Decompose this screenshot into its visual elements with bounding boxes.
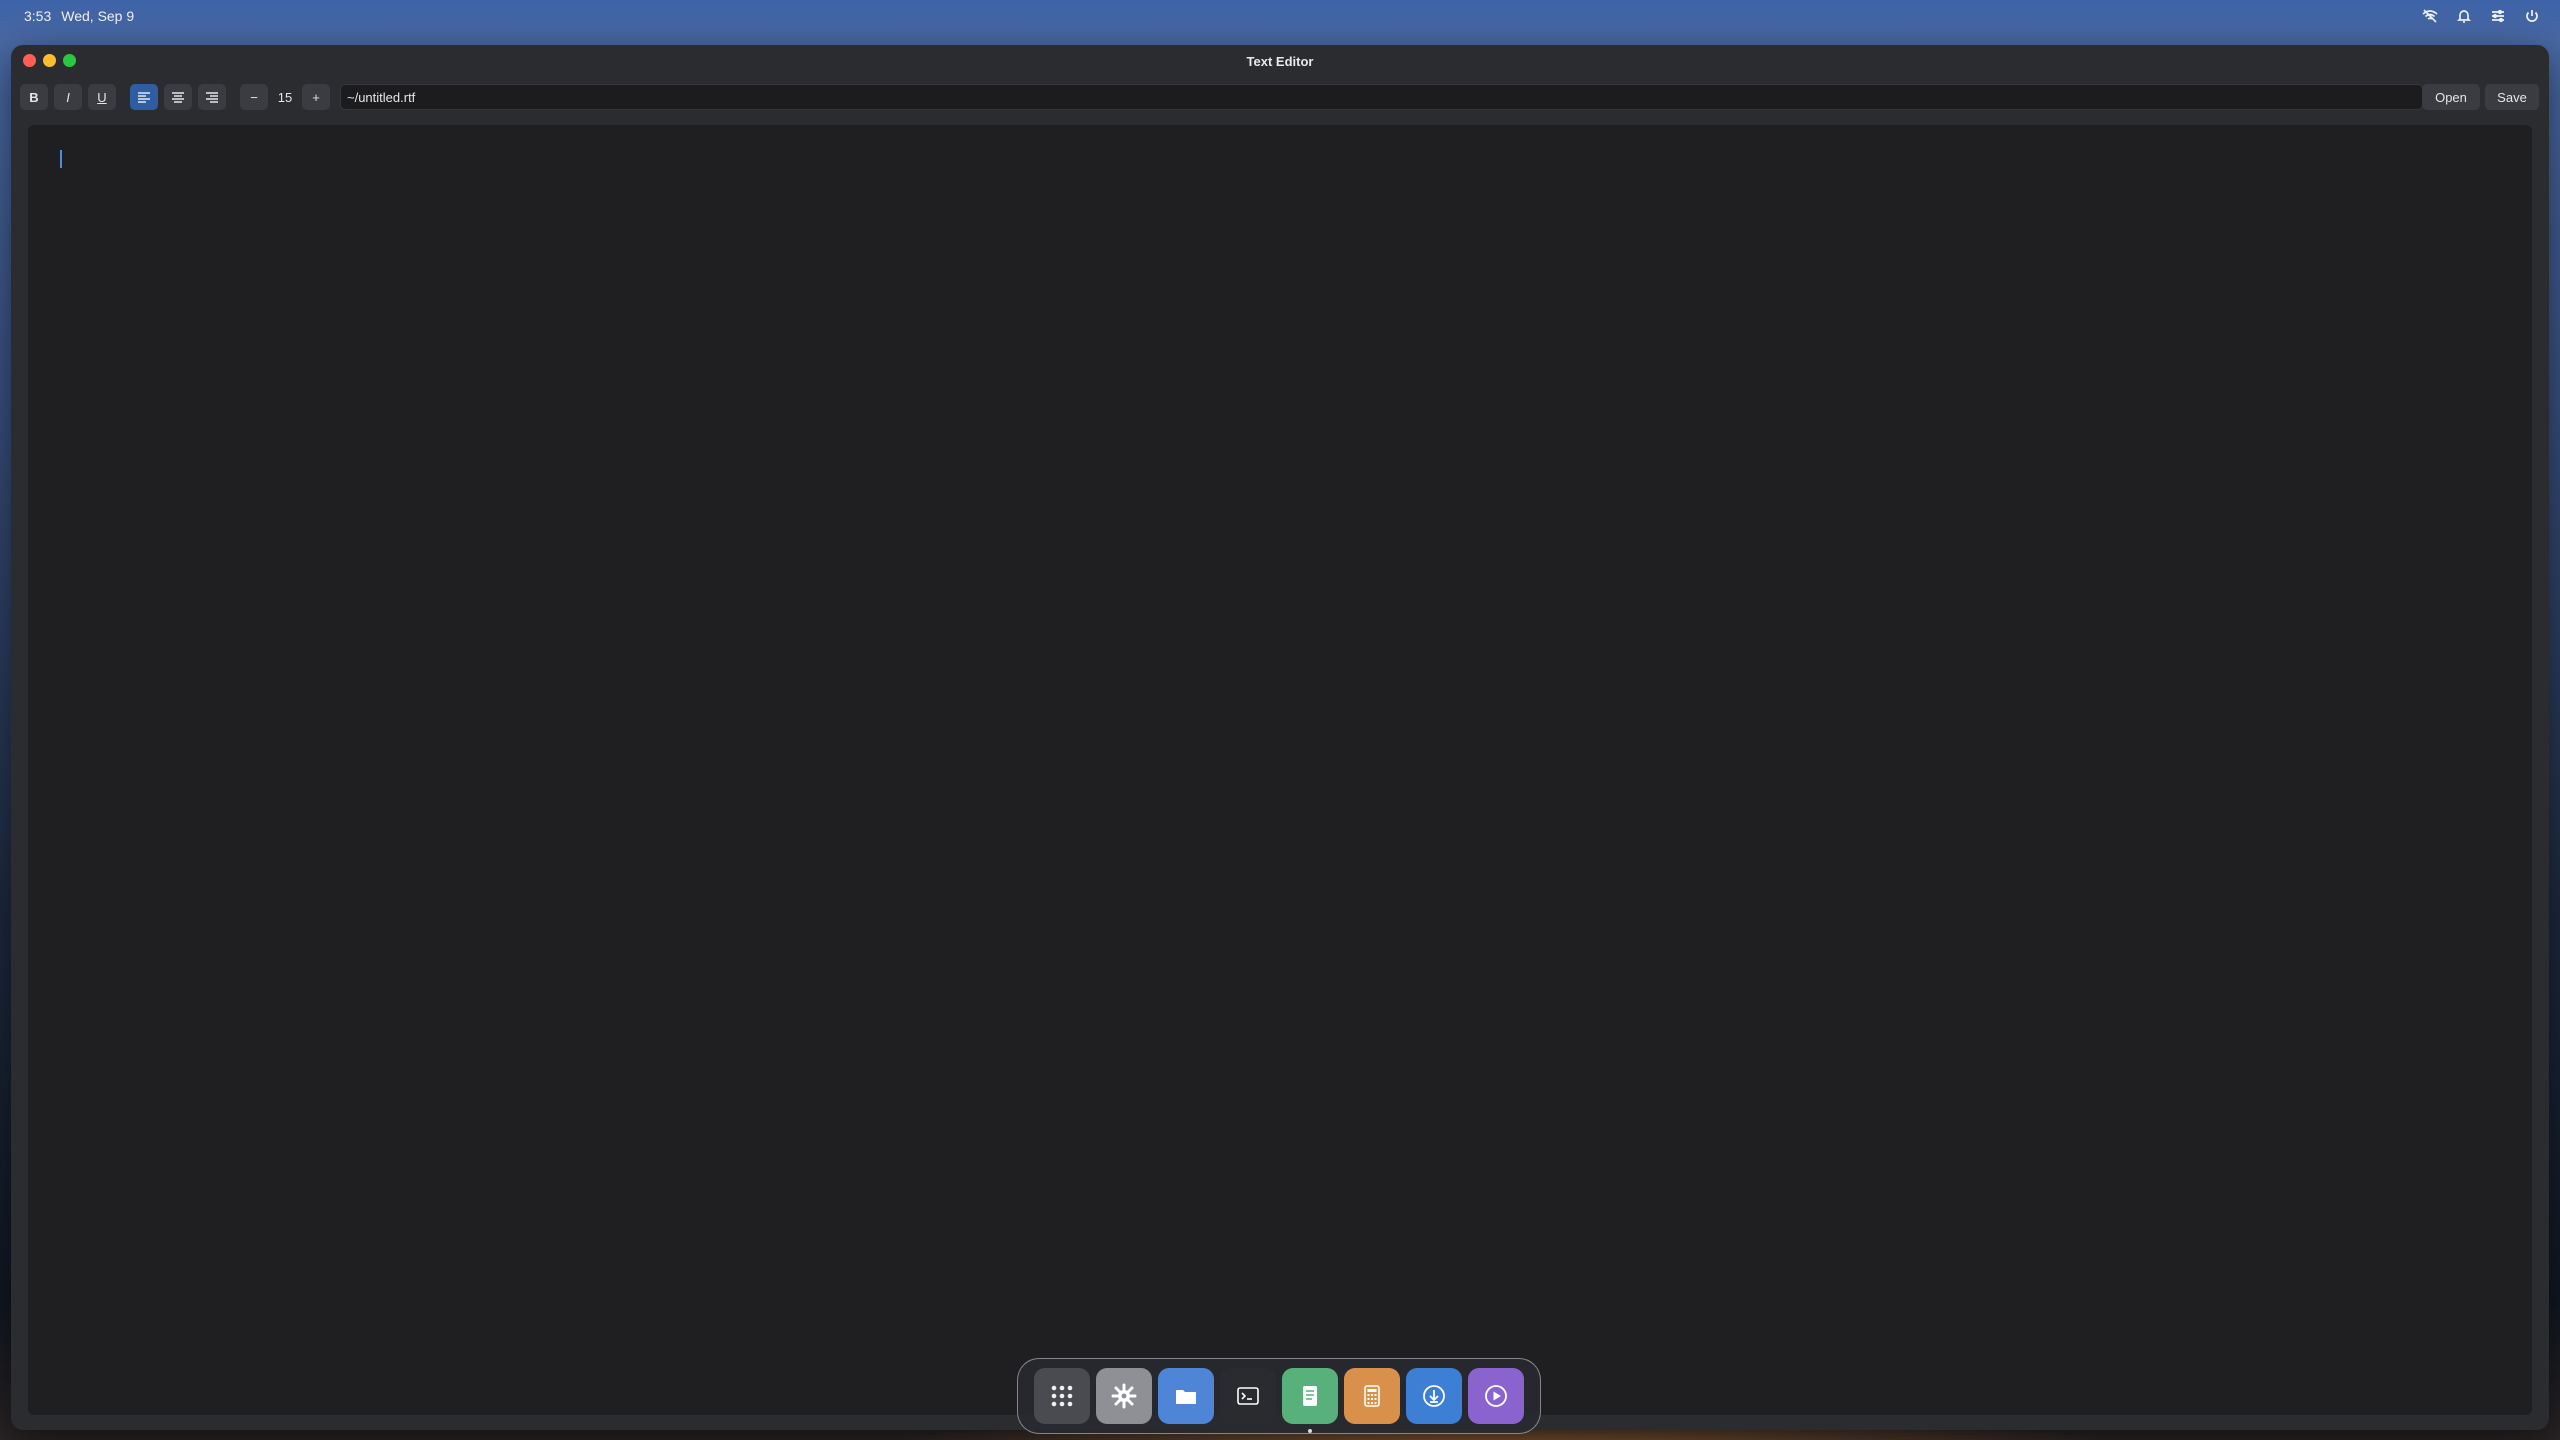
- calculator-app-button[interactable]: [1344, 1368, 1400, 1424]
- clock[interactable]: 3:53 Wed, Sep 9: [24, 8, 134, 24]
- text-caret: [60, 150, 62, 168]
- italic-button[interactable]: I: [54, 84, 82, 110]
- align-left-button[interactable]: [130, 84, 158, 110]
- power-icon[interactable]: [2522, 6, 2542, 26]
- folder-icon: [1176, 1390, 1196, 1404]
- align-center-icon: [172, 92, 184, 103]
- window-controls: [23, 54, 76, 67]
- minimize-button[interactable]: [43, 54, 56, 67]
- files-app-button[interactable]: [1158, 1368, 1214, 1424]
- bell-icon[interactable]: [2454, 6, 2474, 26]
- increase-font-size-button[interactable]: +: [302, 84, 330, 110]
- align-right-icon: [206, 92, 218, 103]
- text-editing-area[interactable]: [28, 125, 2532, 1415]
- text-editor-window: Text Editor B I U − 15 + ~/untitled.rtf …: [11, 45, 2549, 1430]
- dock: [1017, 1358, 1541, 1434]
- terminal-icon: [1237, 1387, 1259, 1405]
- decrease-font-size-button[interactable]: −: [240, 84, 268, 110]
- calculator-icon: [1364, 1385, 1380, 1407]
- downloader-app-button[interactable]: [1406, 1368, 1462, 1424]
- media-player-app-button[interactable]: [1468, 1368, 1524, 1424]
- bold-button[interactable]: B: [20, 84, 48, 110]
- sliders-icon[interactable]: [2488, 6, 2508, 26]
- play-icon: [1485, 1385, 1507, 1407]
- settings-app-button[interactable]: [1096, 1368, 1152, 1424]
- download-icon: [1423, 1385, 1445, 1407]
- save-button[interactable]: Save: [2485, 84, 2539, 110]
- text-editor-app-button[interactable]: [1282, 1368, 1338, 1433]
- app-launcher-button[interactable]: [1034, 1368, 1090, 1424]
- network-icon[interactable]: [2420, 6, 2440, 26]
- system-top-bar: 3:53 Wed, Sep 9: [0, 0, 2560, 32]
- align-center-button[interactable]: [164, 84, 192, 110]
- terminal-app-button[interactable]: [1220, 1368, 1276, 1424]
- window-title: Text Editor: [1246, 53, 1314, 69]
- grid-icon: [1051, 1385, 1073, 1407]
- align-left-icon: [138, 92, 150, 103]
- document-icon: [1303, 1386, 1317, 1406]
- open-button[interactable]: Open: [2422, 84, 2480, 110]
- date-label: Wed, Sep 9: [61, 8, 135, 24]
- running-indicator: [1308, 1429, 1312, 1433]
- system-tray: [2420, 6, 2542, 26]
- file-path-input[interactable]: ~/untitled.rtf: [340, 84, 2423, 110]
- title-bar[interactable]: Text Editor: [11, 45, 2549, 77]
- font-size-value: 15: [277, 89, 293, 105]
- maximize-button[interactable]: [63, 54, 76, 67]
- time-label: 3:53: [24, 8, 52, 24]
- gear-icon: [1111, 1383, 1137, 1409]
- close-button[interactable]: [23, 54, 36, 67]
- formatting-toolbar: B I U − 15 + ~/untitled.rtf Open Save: [11, 77, 2549, 117]
- align-right-button[interactable]: [198, 84, 226, 110]
- underline-button[interactable]: U: [88, 84, 116, 110]
